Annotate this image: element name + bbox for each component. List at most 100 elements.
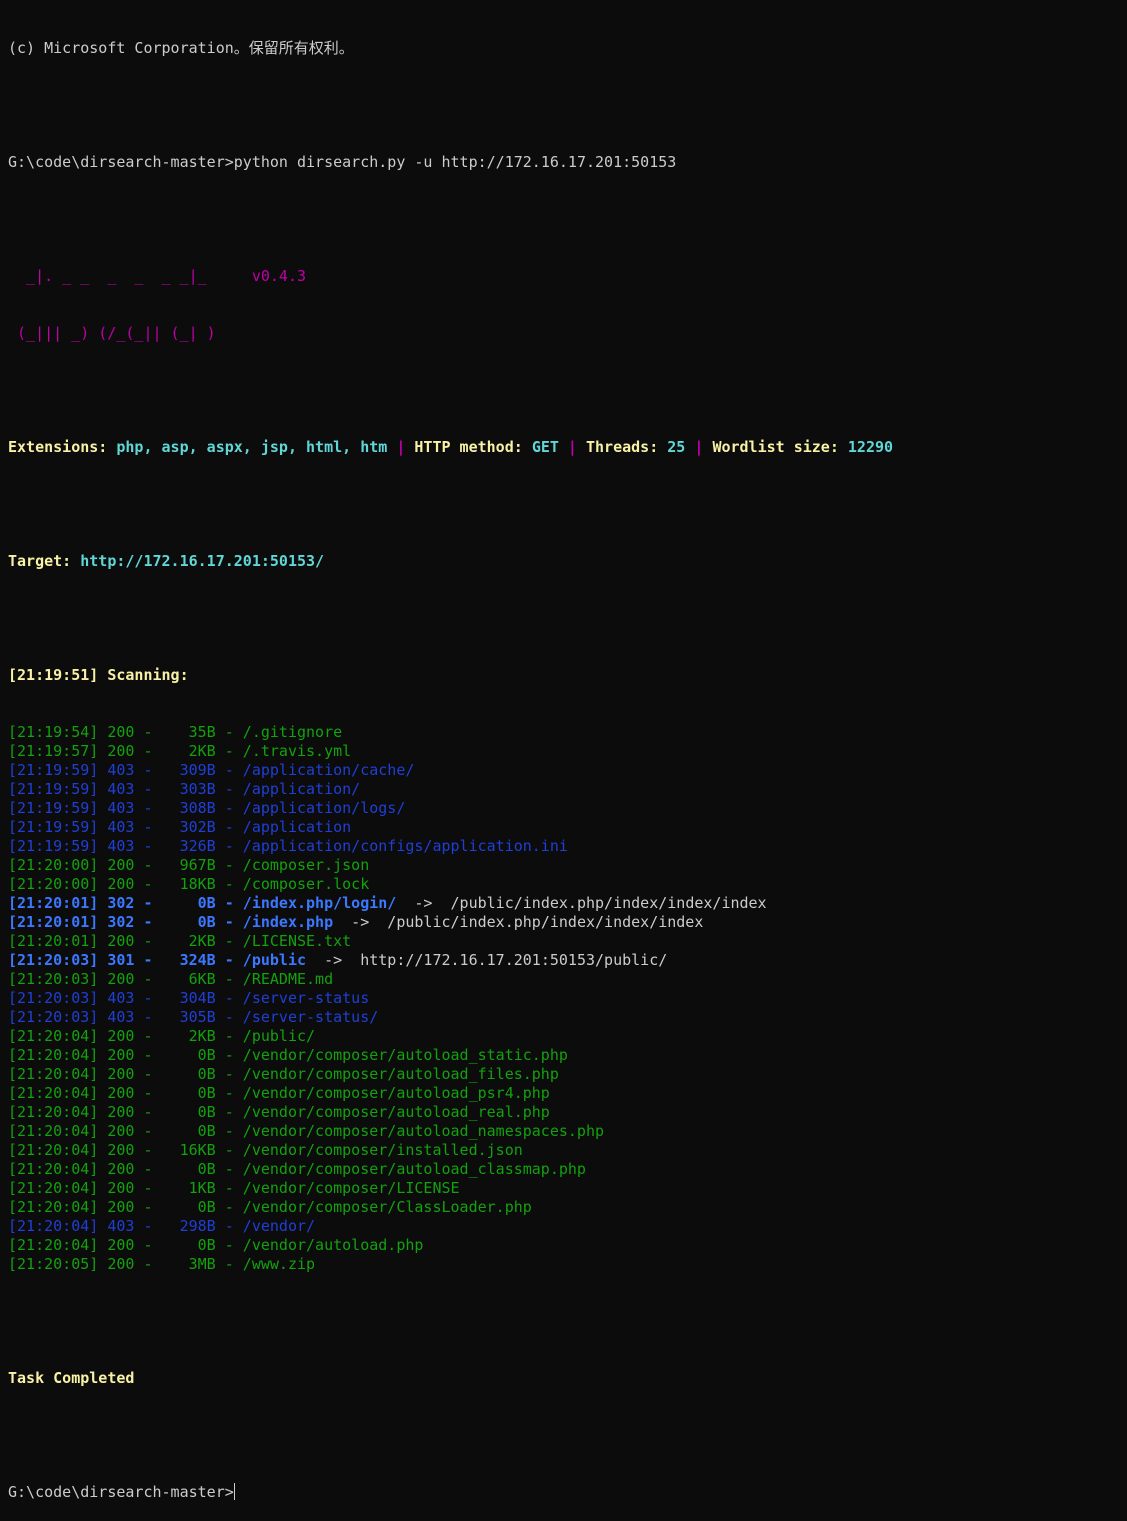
scan-result-row: [21:20:04] 200 - 0B - /vendor/composer/a… (8, 1084, 1118, 1103)
result-prefix: [21:20:04] 200 - 0B - (8, 1160, 243, 1178)
result-status: 200 (107, 1084, 135, 1102)
result-path: /vendor/composer/autoload_real.php (242, 1103, 550, 1121)
final-prompt-line[interactable]: G:\code\dirsearch-master> (8, 1483, 1118, 1502)
result-status: 403 (107, 780, 135, 798)
result-time: [21:20:05] (8, 1255, 99, 1273)
method-label: HTTP method: (414, 438, 532, 456)
result-size: 2KB (188, 742, 216, 760)
result-time: [21:20:04] (8, 1141, 99, 1159)
result-path: /vendor/autoload.php (242, 1236, 424, 1254)
result-size: 0B (197, 1103, 216, 1121)
result-size: 2KB (188, 932, 216, 950)
result-status: 200 (107, 875, 135, 893)
target-line: Target: http://172.16.17.201:50153/ (8, 552, 1118, 571)
result-path: /application (242, 818, 352, 836)
result-size: 0B (197, 1065, 216, 1083)
result-size: 0B (197, 1160, 216, 1178)
separator: | (558, 438, 586, 456)
result-time: [21:19:59] (8, 780, 99, 798)
result-path: /public/ (242, 1027, 316, 1045)
result-size: 0B (197, 894, 216, 912)
result-prefix: [21:19:59] 403 - 309B - (8, 761, 243, 779)
result-size: 6KB (188, 970, 216, 988)
result-size: 1KB (188, 1179, 216, 1197)
result-status: 200 (107, 932, 135, 950)
final-prompt-text: G:\code\dirsearch-master> (8, 1483, 234, 1501)
result-time: [21:19:54] (8, 723, 99, 741)
result-time: [21:20:00] (8, 875, 99, 893)
result-size: 0B (197, 1046, 216, 1064)
result-prefix: [21:20:05] 200 - 3MB - (8, 1255, 243, 1273)
result-time: [21:20:03] (8, 951, 99, 969)
result-prefix: [21:20:01] 302 - 0B - (8, 894, 243, 912)
task-completed-line: Task Completed (8, 1369, 135, 1387)
terminal-window[interactable]: (c) Microsoft Corporation。保留所有权利。 G:\cod… (8, 1, 1118, 1521)
result-status: 200 (107, 1046, 135, 1064)
result-time: [21:20:04] (8, 1198, 99, 1216)
result-prefix: [21:20:04] 200 - 0B - (8, 1198, 243, 1216)
result-path: /vendor/composer/ClassLoader.php (242, 1198, 532, 1216)
result-size: 0B (197, 1198, 216, 1216)
result-time: [21:19:57] (8, 742, 99, 760)
result-prefix: [21:20:03] 403 - 304B - (8, 989, 243, 1007)
scan-result-row: [21:20:04] 200 - 0B - /vendor/composer/a… (8, 1122, 1118, 1141)
result-path: /.travis.yml (242, 742, 352, 760)
scan-result-row: [21:20:04] 200 - 0B - /vendor/composer/a… (8, 1103, 1118, 1122)
result-status: 200 (107, 1179, 135, 1197)
redirect-arrow: -> (396, 894, 451, 912)
result-path: /application/cache/ (242, 761, 415, 779)
result-size: 308B (179, 799, 216, 817)
result-time: [21:19:59] (8, 837, 99, 855)
result-prefix: [21:20:01] 200 - 2KB - (8, 932, 243, 950)
result-status: 403 (107, 1217, 135, 1235)
result-path: /composer.json (242, 856, 370, 874)
result-prefix: [21:20:04] 200 - 16KB - (8, 1141, 243, 1159)
result-time: [21:20:04] (8, 1046, 99, 1064)
result-path: /.gitignore (242, 723, 343, 741)
result-status: 200 (107, 1160, 135, 1178)
result-prefix: [21:20:04] 200 - 0B - (8, 1046, 243, 1064)
result-prefix: [21:19:54] 200 - 35B - (8, 723, 243, 741)
scan-result-row: [21:20:03] 403 - 305B - /server-status/ (8, 1008, 1118, 1027)
result-size: 304B (179, 989, 216, 1007)
result-time: [21:20:04] (8, 1179, 99, 1197)
result-path: /README.md (242, 970, 334, 988)
result-status: 200 (107, 1198, 135, 1216)
result-status: 200 (107, 1236, 135, 1254)
separator: | (387, 438, 415, 456)
banner-art-2: (_||| _) (/_(_|| (_| ) (8, 324, 216, 342)
result-size: 0B (197, 1084, 216, 1102)
result-status: 200 (107, 1103, 135, 1121)
banner-version: v0.4.3 (251, 267, 307, 285)
target-label: Target: (8, 552, 81, 570)
scan-result-row: [21:20:04] 200 - 2KB - /public/ (8, 1027, 1118, 1046)
scan-result-row: [21:19:59] 403 - 302B - /application (8, 818, 1118, 837)
scan-start-line: [21:19:51] Scanning: (8, 666, 189, 684)
scan-result-row: [21:20:01] 200 - 2KB - /LICENSE.txt (8, 932, 1118, 951)
result-redirect: /public/index.php/index/index/index (387, 913, 704, 931)
result-path: /vendor/composer/installed.json (242, 1141, 523, 1159)
separator: | (685, 438, 713, 456)
scan-result-row: [21:20:05] 200 - 3MB - /www.zip (8, 1255, 1118, 1274)
result-status: 200 (107, 1255, 135, 1273)
result-prefix: [21:20:04] 200 - 1KB - (8, 1179, 243, 1197)
result-time: [21:20:03] (8, 970, 99, 988)
banner-art-line-2: (_||| _) (/_(_|| (_| ) (8, 324, 1118, 343)
result-time: [21:20:01] (8, 932, 99, 950)
result-time: [21:19:59] (8, 761, 99, 779)
result-time: [21:20:04] (8, 1122, 99, 1140)
result-status: 301 (107, 951, 135, 969)
result-path: /application/ (242, 780, 361, 798)
scan-result-row: [21:20:03] 200 - 6KB - /README.md (8, 970, 1118, 989)
result-path: /vendor/composer/autoload_psr4.php (242, 1084, 550, 1102)
result-size: 3MB (188, 1255, 216, 1273)
result-size: 309B (179, 761, 216, 779)
scan-result-row: [21:19:59] 403 - 308B - /application/log… (8, 799, 1118, 818)
result-time: [21:20:03] (8, 1008, 99, 1026)
redirect-arrow: -> (306, 951, 361, 969)
result-path: /vendor/composer/LICENSE (242, 1179, 460, 1197)
extensions-label: Extensions: (8, 438, 117, 456)
